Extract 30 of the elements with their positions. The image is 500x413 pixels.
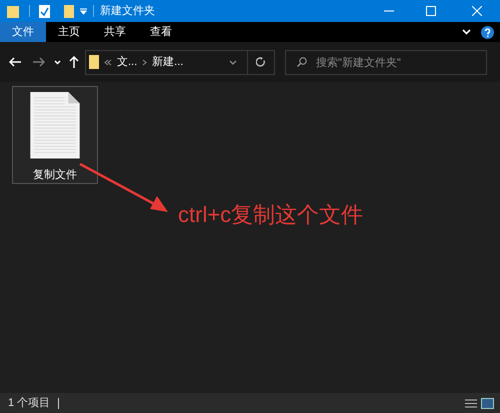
folder-icon[interactable] <box>7 4 19 18</box>
document-icon <box>29 92 81 158</box>
folder-icon <box>89 55 99 69</box>
large-icons-view-icon[interactable] <box>481 398 494 408</box>
back-icon[interactable] <box>9 57 21 67</box>
breadcrumb[interactable]: 新建... <box>152 54 184 70</box>
maximize-icon[interactable] <box>426 6 436 16</box>
properties-icon[interactable] <box>39 4 50 18</box>
chevron-icon[interactable] <box>142 58 148 66</box>
file-name: 复制文件 <box>33 168 77 182</box>
double-chevron-icon[interactable] <box>104 58 112 66</box>
search-field[interactable]: 搜索"新建文件夹" <box>285 50 487 75</box>
ribbon-tab[interactable]: 文件 <box>0 22 46 42</box>
refresh-icon[interactable] <box>256 57 266 67</box>
forward-icon[interactable] <box>33 57 45 67</box>
breadcrumb[interactable]: 文... <box>117 54 138 70</box>
window-title: 新建文件夹 <box>100 4 155 19</box>
up-icon[interactable] <box>69 56 79 68</box>
help-icon[interactable] <box>481 26 494 38</box>
close-icon[interactable] <box>472 6 482 16</box>
details-view-icon[interactable] <box>465 398 477 408</box>
search-icon <box>297 56 307 66</box>
annotation-text: ctrl+c复制这个文件 <box>178 201 364 229</box>
expand-ribbon-icon[interactable] <box>462 29 471 35</box>
history-dropdown-icon[interactable] <box>54 60 61 64</box>
address-bar[interactable]: 文... 新建... <box>85 50 275 74</box>
item-count: 1 个项目 <box>8 396 50 411</box>
folder-icon[interactable] <box>64 4 74 18</box>
dropdown-icon[interactable] <box>229 60 237 64</box>
file-item[interactable]: 复制文件 <box>12 86 98 184</box>
